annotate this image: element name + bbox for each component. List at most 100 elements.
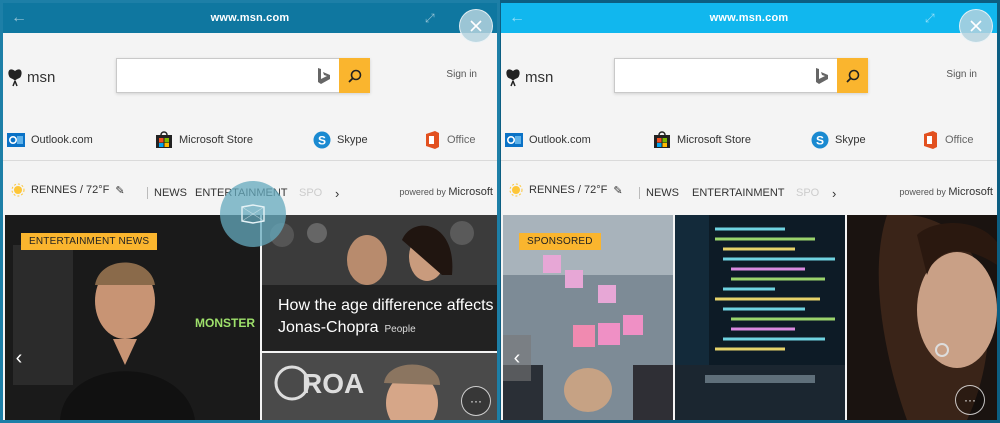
quicklink-label: Outlook.com — [31, 134, 93, 146]
weather-widget[interactable]: RENNES / 72°F ✎ — [509, 183, 623, 197]
ellipsis-icon: ··· — [470, 394, 482, 408]
window-snap-icon — [241, 204, 265, 224]
right-browser-window: ← www.msn.com ⤢ msn Sign in Outlook.com … — [500, 0, 1000, 423]
quicklink-label: Skype — [835, 134, 866, 146]
more-button[interactable]: ··· — [955, 385, 985, 415]
skype-icon: S — [313, 131, 331, 149]
powered-by: powered by Microsoft — [899, 186, 993, 198]
search-box[interactable] — [614, 58, 868, 93]
story-tile[interactable]: ROA ··· — [262, 353, 497, 420]
close-button[interactable] — [459, 9, 493, 43]
butterfly-icon — [506, 69, 520, 87]
close-icon — [970, 20, 982, 32]
left-browser-window: ← www.msn.com ⤢ msn Sign in Outlook.com … — [0, 0, 500, 423]
photo-code-screen — [675, 215, 845, 420]
pencil-icon[interactable]: ✎ — [115, 184, 124, 197]
arrow-left-icon[interactable]: ← — [11, 10, 27, 26]
search-input[interactable] — [123, 65, 303, 87]
snap-drag-handle[interactable] — [220, 181, 286, 247]
butterfly-icon — [8, 69, 22, 87]
nav-news[interactable]: NEWS — [639, 187, 679, 199]
powered-by: powered by Microsoft — [399, 186, 493, 198]
bing-icon — [318, 68, 330, 84]
office-icon — [423, 131, 441, 149]
quicklink-store[interactable]: Microsoft Store — [155, 131, 253, 149]
more-button[interactable]: ··· — [461, 386, 491, 416]
close-icon — [470, 20, 482, 32]
url-label: www.msn.com — [709, 12, 789, 24]
chevron-right-icon[interactable]: › — [832, 186, 836, 201]
outlook-icon — [505, 131, 523, 149]
chevron-left-icon[interactable]: ‹ — [503, 335, 531, 381]
quicklink-office[interactable]: Office — [423, 131, 476, 149]
weather-widget[interactable]: RENNES / 72°F ✎ — [11, 183, 125, 197]
store-icon — [155, 131, 173, 149]
search-icon — [845, 69, 859, 83]
search-icon — [347, 69, 361, 83]
page-header: msn Sign in — [501, 33, 997, 123]
msn-page: msn Sign in Outlook.com Microsoft Store … — [501, 33, 997, 420]
ellipsis-icon: ··· — [964, 393, 976, 407]
story-tile[interactable]: ··· — [847, 215, 997, 420]
nav-news[interactable]: NEWS — [147, 187, 187, 199]
quicklink-outlook[interactable]: Outlook.com — [7, 131, 93, 149]
brand-text: msn — [27, 68, 56, 86]
office-icon — [921, 131, 939, 149]
search-button[interactable] — [339, 58, 370, 93]
outlook-icon — [7, 131, 25, 149]
svg-text:S: S — [816, 134, 824, 148]
featured-story-tile[interactable]: MONSTER ENTERTAINMENT NEWS ‹ — [5, 215, 260, 420]
quicklink-skype[interactable]: S Skype — [313, 131, 368, 149]
quick-links: Outlook.com Microsoft Store S Skype Offi… — [501, 123, 997, 161]
nav-sports[interactable]: SPO — [299, 187, 322, 199]
quicklink-label: Microsoft Store — [179, 134, 253, 146]
category-badge: ENTERTAINMENT NEWS — [21, 233, 158, 250]
quicklink-skype[interactable]: S Skype — [811, 131, 866, 149]
brand-text: msn — [525, 68, 554, 86]
svg-text:MONSTER: MONSTER — [195, 316, 255, 330]
quick-links: Outlook.com Microsoft Store S Skype Offi… — [3, 123, 497, 161]
quicklink-label: Office — [945, 134, 974, 146]
svg-text:S: S — [318, 134, 326, 148]
store-icon — [653, 131, 671, 149]
chevron-left-icon[interactable]: ‹ — [5, 335, 33, 381]
news-gallery: SPONSORED ‹ ··· — [503, 215, 997, 420]
nav-entertainment[interactable]: ENTERTAINMENT — [692, 187, 785, 199]
expand-icon[interactable]: ⤢ — [425, 12, 437, 24]
expand-icon[interactable]: ⤢ — [925, 12, 937, 24]
category-badge: SPONSORED — [519, 233, 601, 250]
sun-icon — [509, 183, 523, 197]
quicklink-office[interactable]: Office — [921, 131, 974, 149]
title-bar: ← www.msn.com ⤢ — [501, 3, 997, 33]
page-header: msn Sign in — [3, 33, 497, 123]
svg-text:ROA: ROA — [302, 368, 364, 399]
quicklink-store[interactable]: Microsoft Store — [653, 131, 751, 149]
story-tile[interactable]: How the age difference affects Jonas-Cho… — [262, 215, 497, 351]
weather-label: RENNES / 72°F — [529, 184, 608, 196]
sign-in-link[interactable]: Sign in — [946, 69, 977, 80]
nav-sports[interactable]: SPO — [796, 187, 819, 199]
title-bar: ← www.msn.com ⤢ — [3, 3, 497, 33]
sign-in-link[interactable]: Sign in — [446, 69, 477, 80]
url-label: www.msn.com — [210, 12, 290, 24]
search-input[interactable] — [621, 65, 801, 87]
sponsored-story-tile[interactable]: SPONSORED ‹ — [503, 215, 673, 420]
sun-icon — [11, 183, 25, 197]
arrow-left-icon[interactable]: ← — [509, 10, 525, 26]
quicklink-outlook[interactable]: Outlook.com — [505, 131, 591, 149]
pencil-icon[interactable]: ✎ — [613, 184, 622, 197]
msn-logo[interactable]: msn — [505, 67, 553, 87]
bing-icon — [816, 68, 828, 84]
story-tile[interactable] — [675, 215, 845, 420]
close-button[interactable] — [959, 9, 993, 43]
search-box[interactable] — [116, 58, 370, 93]
msn-logo[interactable]: msn — [7, 67, 55, 87]
nav-bar: RENNES / 72°F ✎ NEWS ENTERTAINMENT SPO ›… — [501, 175, 997, 203]
chevron-right-icon[interactable]: › — [335, 186, 339, 201]
quicklink-label: Office — [447, 134, 476, 146]
search-button[interactable] — [837, 58, 868, 93]
quicklink-label: Microsoft Store — [677, 134, 751, 146]
quicklink-label: Skype — [337, 134, 368, 146]
story-headline[interactable]: How the age difference affects Jonas-Cho… — [278, 295, 497, 341]
weather-label: RENNES / 72°F — [31, 184, 110, 196]
